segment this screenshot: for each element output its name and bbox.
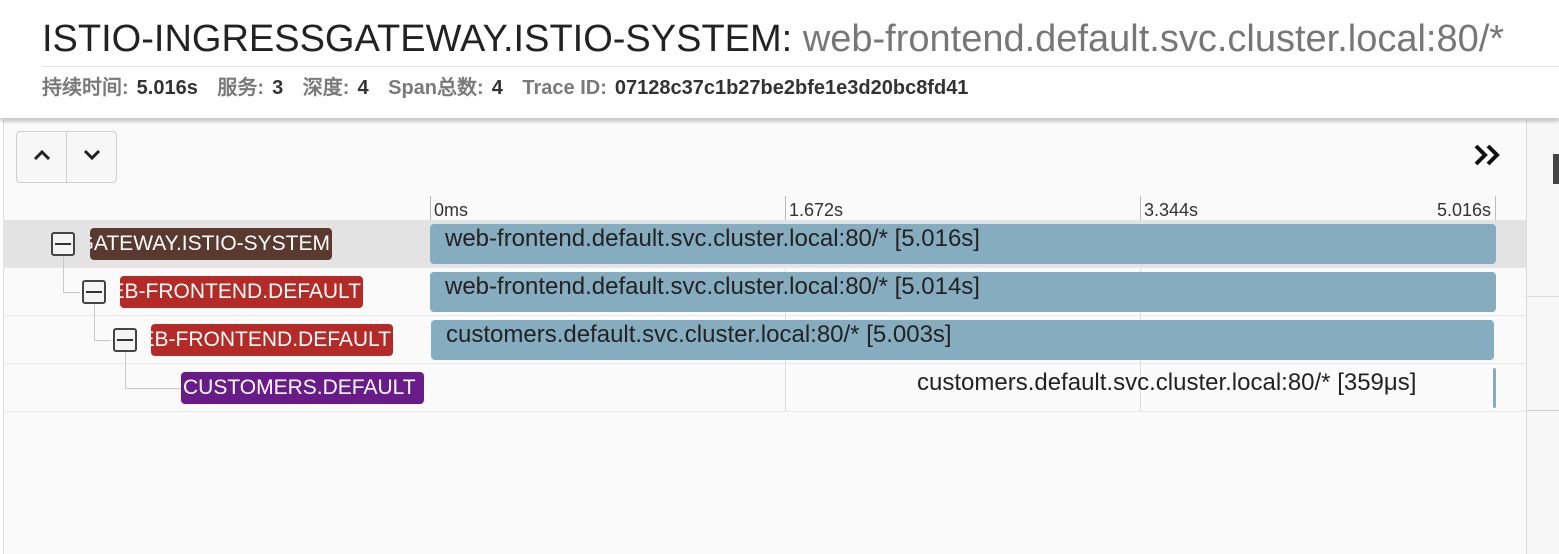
timeline-tick — [1140, 196, 1141, 220]
span-service-label[interactable]: WEB-FRONTEND.DEFAULT — [120, 276, 363, 308]
trace-root-service: ISTIO-INGRESSGATEWAY.ISTIO-SYSTEM: — [42, 18, 793, 60]
tree-connector — [125, 388, 181, 389]
span-bar[interactable] — [1493, 368, 1496, 408]
collapse-all-button[interactable] — [17, 132, 67, 182]
trace-header: ISTIO-INGRESSGATEWAY.ISTIO-SYSTEM: web-f… — [0, 0, 1559, 119]
detail-divider — [1527, 296, 1559, 297]
span-service-label[interactable]: ISTIO-INGRESSGATEWAY.ISTIO-SYSTEM — [90, 228, 332, 260]
collapse-toggle-icon[interactable] — [113, 328, 137, 352]
span-service-label[interactable]: CUSTOMERS.DEFAULT — [181, 372, 424, 404]
span-service-label[interactable]: WEB-FRONTEND.DEFAULT — [151, 324, 393, 356]
timeline-tick — [785, 196, 786, 220]
expand-all-button[interactable] — [67, 132, 116, 182]
tree-connector — [94, 304, 95, 340]
meta-services-key: 服务: — [217, 77, 265, 99]
expand-detail-button[interactable] — [1470, 140, 1504, 174]
timeline-tick-label: 0ms — [434, 200, 469, 220]
header-divider — [42, 66, 1559, 67]
tree-connector — [94, 340, 111, 341]
trace-meta: 持续时间: 5.016s 服务: 3 深度: 4 Span总数: 4 Trace ID:… — [42, 76, 982, 100]
collapse-expand-buttons — [16, 131, 117, 183]
meta-services-value: 3 — [272, 77, 284, 99]
span-bar-label: web-frontend.default.svc.cluster.local:8… — [445, 225, 980, 252]
timeline-tick-label: 5.016s — [1436, 200, 1491, 220]
trace-title: ISTIO-INGRESSGATEWAY.ISTIO-SYSTEM: web-f… — [42, 17, 1504, 61]
timeline-tick — [430, 196, 431, 220]
collapse-toggle-icon[interactable] — [82, 280, 106, 304]
timeline-tick-label: 3.344s — [1144, 200, 1199, 220]
meta-trace-id-value: 07128c37c1b27be2bfe1e3d20bc8fd41 — [614, 77, 969, 99]
span-bar-label: customers.default.svc.cluster.local:80/*… — [917, 369, 1417, 396]
span-bar-label: customers.default.svc.cluster.local:80/*… — [446, 321, 952, 348]
meta-span-count-key: Span总数: — [388, 77, 484, 99]
tree-connector — [63, 292, 80, 293]
meta-depth-value: 4 — [357, 77, 369, 99]
meta-duration-key: 持续时间: — [42, 77, 129, 99]
detail-divider — [1527, 410, 1559, 411]
meta-duration-value: 5.016s — [136, 77, 198, 99]
meta-depth-key: 深度: — [302, 77, 350, 99]
span-detail-panel — [1526, 120, 1559, 554]
tree-connector — [63, 256, 64, 292]
meta-trace-id-key: Trace ID: — [522, 77, 607, 99]
timeline-tick — [1495, 196, 1496, 220]
chevron-up-icon — [32, 148, 52, 167]
timeline-tick-label: 1.672s — [789, 200, 844, 220]
double-chevron-right-icon — [1473, 143, 1501, 172]
chevron-down-icon — [82, 148, 102, 167]
tree-connector — [125, 352, 126, 388]
timeline-axis: 0ms 1.672s 3.344s 5.016s — [430, 196, 1498, 220]
meta-span-count-value: 4 — [491, 77, 503, 99]
row-divider — [3, 411, 1526, 412]
collapse-toggle-icon[interactable] — [51, 232, 75, 256]
span-bar-label: web-frontend.default.svc.cluster.local:8… — [445, 273, 980, 300]
detail-heading-fragment — [1553, 154, 1559, 184]
trace-root-operation: web-frontend.default.svc.cluster.local:8… — [802, 18, 1505, 60]
